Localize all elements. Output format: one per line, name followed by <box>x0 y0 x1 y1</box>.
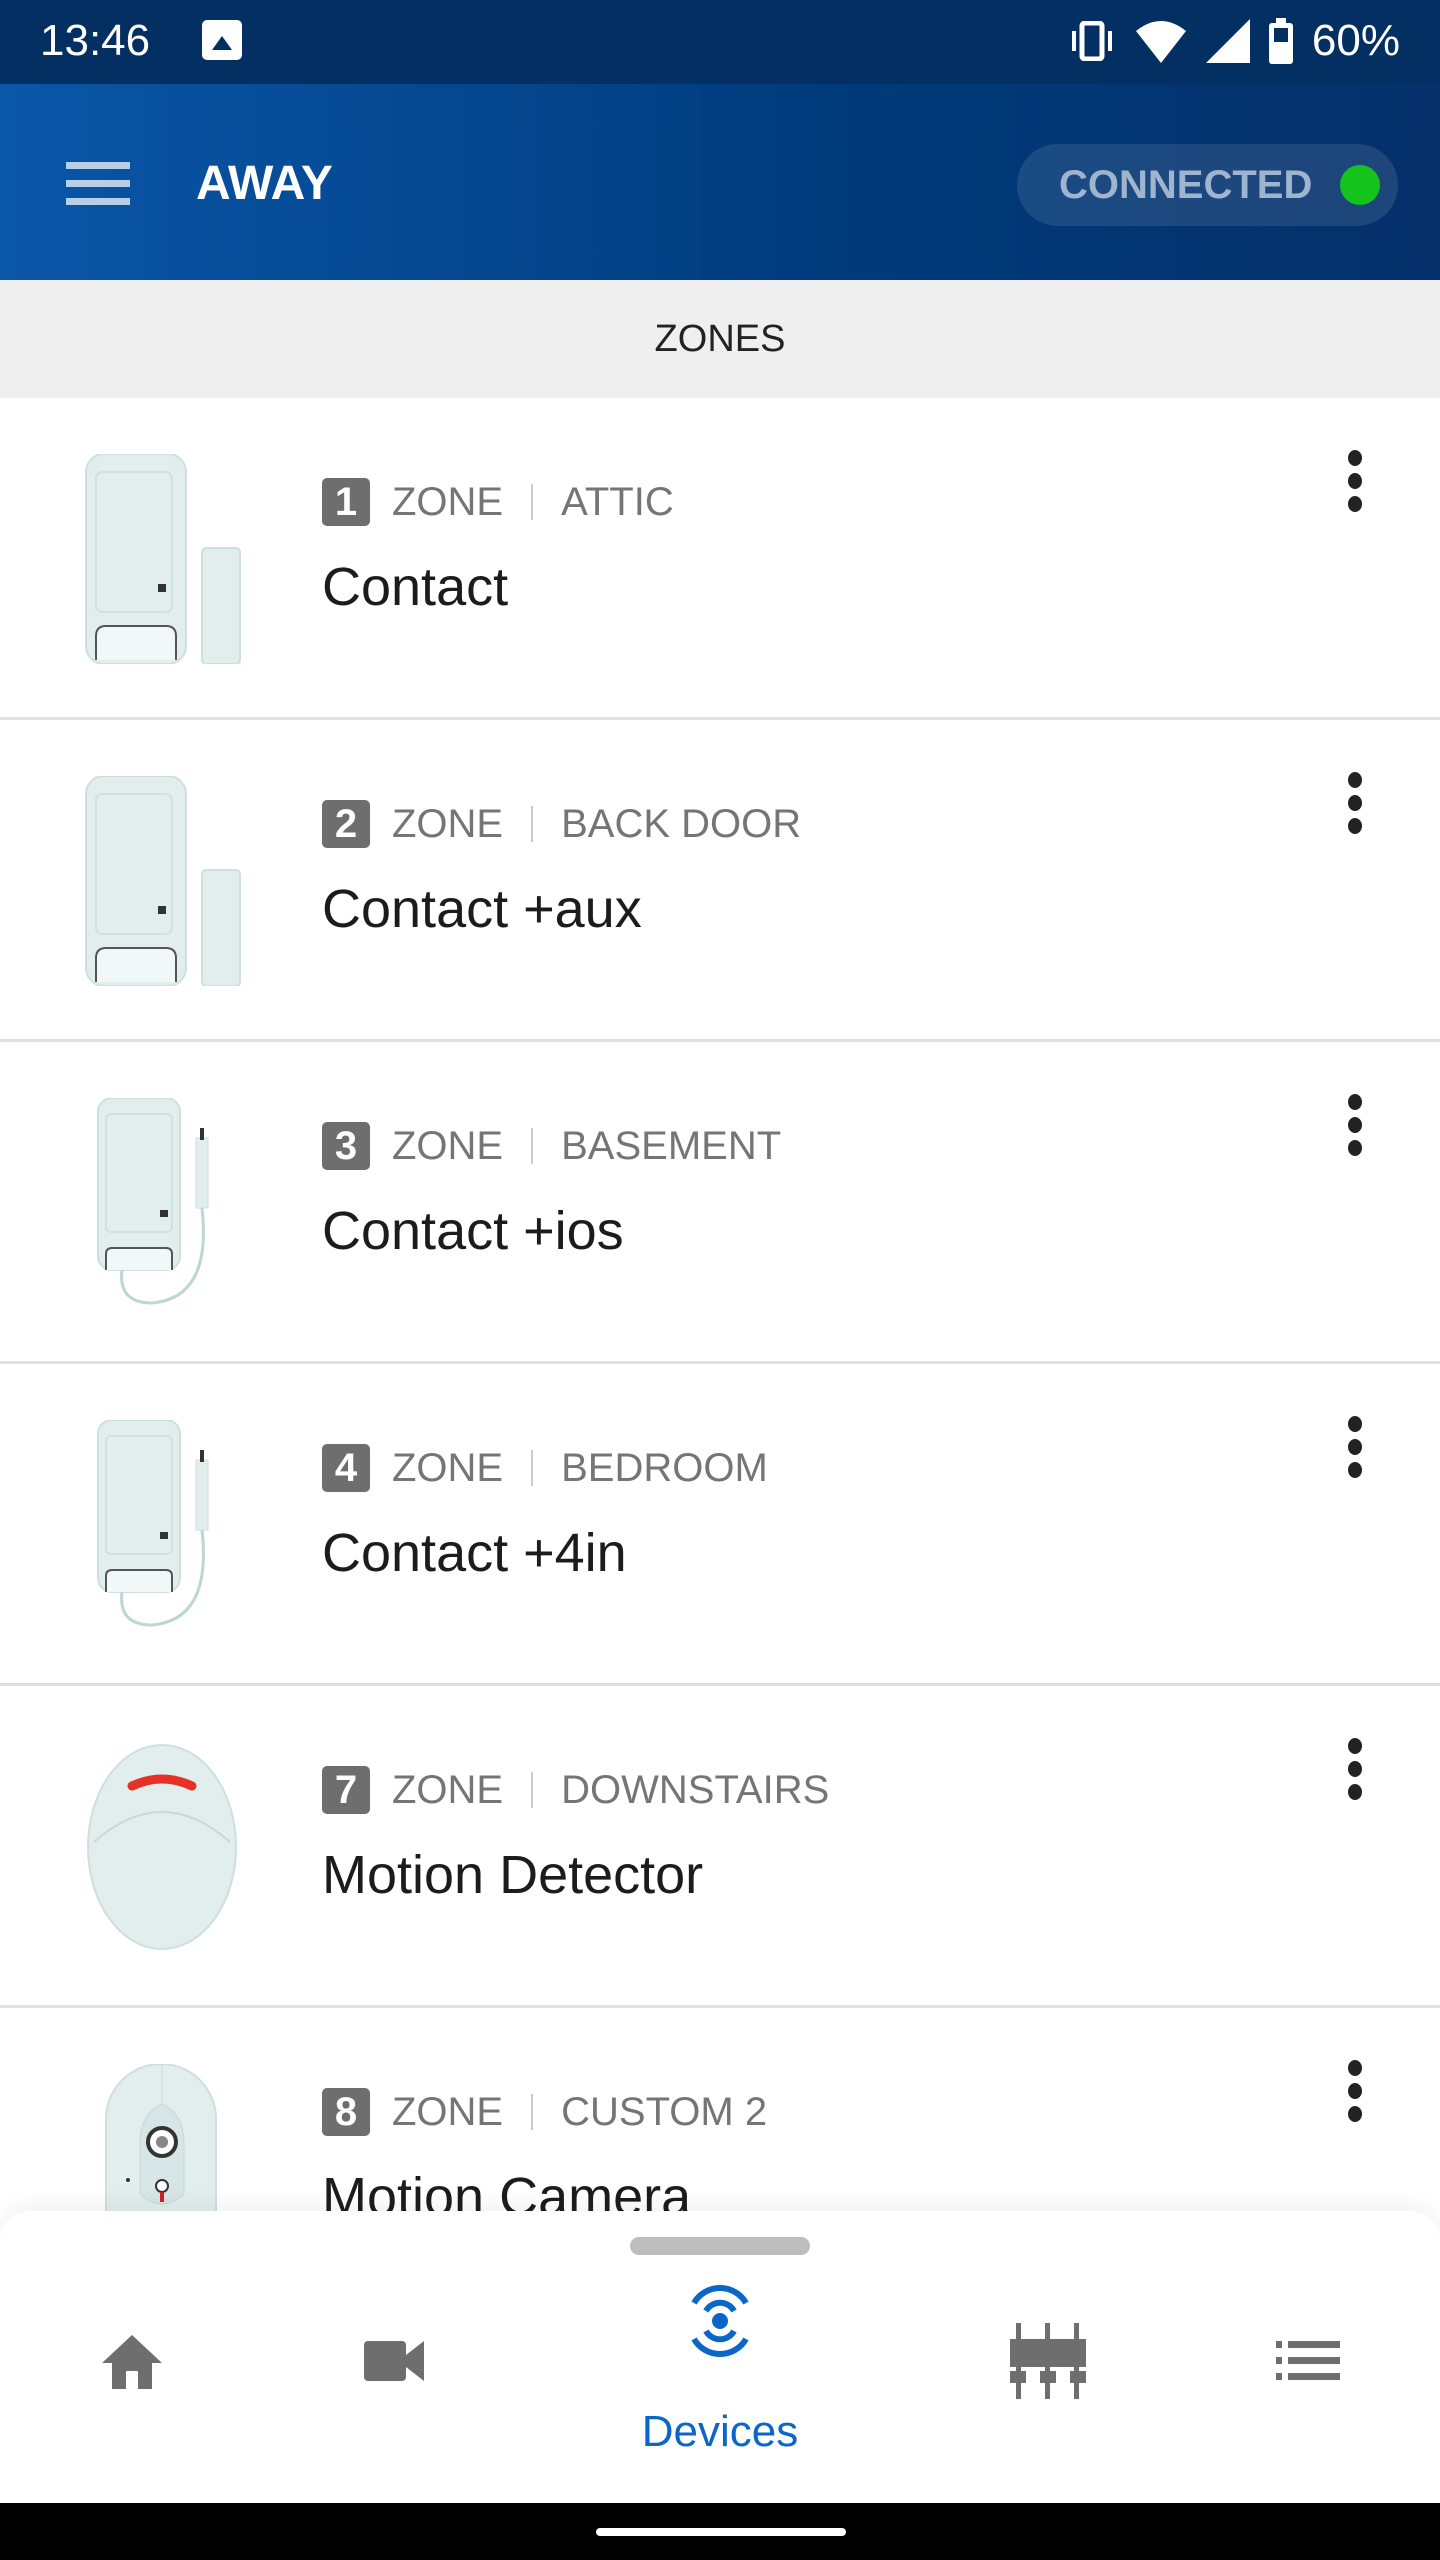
zone-meta: 4 ZONE BEDROOM <box>322 1444 768 1492</box>
divider <box>531 806 534 842</box>
image-icon <box>202 20 242 60</box>
app-header: AWAY CONNECTED <box>0 84 1440 280</box>
divider <box>531 484 534 520</box>
zone-number-badge: 3 <box>322 1122 370 1170</box>
bottom-nav: Devices <box>0 2211 1440 2503</box>
zone-name: Contact +ios <box>322 1201 624 1261</box>
zone-number-badge: 4 <box>322 1444 370 1492</box>
contact-wired-sensor-icon <box>82 1097 242 1308</box>
contact-sensor-icon <box>82 775 242 987</box>
home-icon <box>102 2335 162 2389</box>
zone-meta: 1 ZONE ATTIC <box>322 478 674 526</box>
zone-list: 1 ZONE ATTIC Contact 2 ZONE BACK DOOR Contac… <box>0 398 1440 2330</box>
system-nav-bar <box>0 2503 1440 2560</box>
divider <box>531 1772 534 1808</box>
zone-name: Motion Detector <box>322 1845 704 1905</box>
clock: 13:46 <box>40 16 151 65</box>
contact-sensor-icon <box>82 453 242 665</box>
divider <box>531 1128 534 1164</box>
zone-number-badge: 8 <box>322 2088 370 2136</box>
more-options-icon[interactable] <box>1340 1738 1370 1808</box>
divider <box>531 1450 534 1486</box>
zone-number-badge: 1 <box>322 478 370 526</box>
wifi-icon <box>1135 21 1186 63</box>
menu-icon[interactable] <box>66 162 130 206</box>
section-title: ZONES <box>0 280 1440 398</box>
zone-name: Contact +4in <box>322 1523 627 1583</box>
video-camera-icon <box>364 2341 424 2381</box>
arm-state-title: AWAY <box>196 157 333 210</box>
zone-type: ZONE <box>392 1767 504 1812</box>
zone-location: ATTIC <box>561 479 674 524</box>
nav-devices[interactable] <box>650 2271 790 2371</box>
nav-cameras[interactable] <box>324 2311 464 2411</box>
status-bar: 13:46 60% <box>0 0 1440 84</box>
nav-devices-label: Devices <box>641 2407 799 2456</box>
nav-home[interactable] <box>62 2311 202 2411</box>
zone-row[interactable]: 4 ZONE BEDROOM Contact +4in <box>0 1364 1440 1686</box>
zone-name: Contact +aux <box>322 879 642 939</box>
drag-handle[interactable] <box>630 2237 810 2255</box>
zone-meta: 7 ZONE DOWNSTAIRS <box>322 1766 829 1814</box>
home-gesture-bar[interactable] <box>596 2528 846 2536</box>
zone-meta: 2 ZONE BACK DOOR <box>322 800 801 848</box>
nav-controls[interactable] <box>978 2311 1118 2411</box>
nav-list[interactable] <box>1238 2311 1378 2411</box>
more-options-icon[interactable] <box>1340 772 1370 842</box>
zone-type: ZONE <box>392 479 504 524</box>
zone-type: ZONE <box>392 801 504 846</box>
sliders-icon <box>1010 2323 1086 2399</box>
more-options-icon[interactable] <box>1340 2060 1370 2130</box>
zone-meta: 3 ZONE BASEMENT <box>322 1122 781 1170</box>
connection-status: CONNECTED <box>1017 144 1398 226</box>
vibrate-icon <box>1071 21 1112 61</box>
zone-row[interactable]: 2 ZONE BACK DOOR Contact +aux <box>0 720 1440 1042</box>
zone-location: DOWNSTAIRS <box>561 1767 830 1812</box>
zone-location: BASEMENT <box>561 1123 782 1168</box>
zone-row[interactable]: 3 ZONE BASEMENT Contact +ios <box>0 1042 1440 1364</box>
divider <box>531 2094 534 2130</box>
signal-icon <box>1205 19 1250 63</box>
more-options-icon[interactable] <box>1340 1094 1370 1164</box>
list-icon <box>1276 2341 1340 2380</box>
zone-type: ZONE <box>392 1445 504 1490</box>
contact-wired-sensor-icon <box>82 1419 242 1630</box>
zone-row[interactable]: 7 ZONE DOWNSTAIRS Motion Detector <box>0 1686 1440 2008</box>
zone-location: BEDROOM <box>561 1445 768 1490</box>
more-options-icon[interactable] <box>1340 450 1370 520</box>
zone-type: ZONE <box>392 1123 504 1168</box>
zone-location: CUSTOM 2 <box>561 2089 768 2134</box>
zone-meta: 8 ZONE CUSTOM 2 <box>322 2088 767 2136</box>
zone-row[interactable]: 1 ZONE ATTIC Contact <box>0 398 1440 720</box>
zone-name: Contact <box>322 557 509 617</box>
zone-number-badge: 7 <box>322 1766 370 1814</box>
more-options-icon[interactable] <box>1340 1416 1370 1486</box>
zone-type: ZONE <box>392 2089 504 2134</box>
devices-icon <box>691 2284 749 2358</box>
zone-number-badge: 2 <box>322 800 370 848</box>
battery-percent: 60% <box>1311 16 1400 65</box>
zone-location: BACK DOOR <box>561 801 802 846</box>
connection-label: CONNECTED <box>1059 162 1313 207</box>
battery-icon <box>1268 18 1293 64</box>
motion-sensor-icon <box>82 1742 242 1952</box>
connection-dot-icon <box>1340 165 1381 205</box>
